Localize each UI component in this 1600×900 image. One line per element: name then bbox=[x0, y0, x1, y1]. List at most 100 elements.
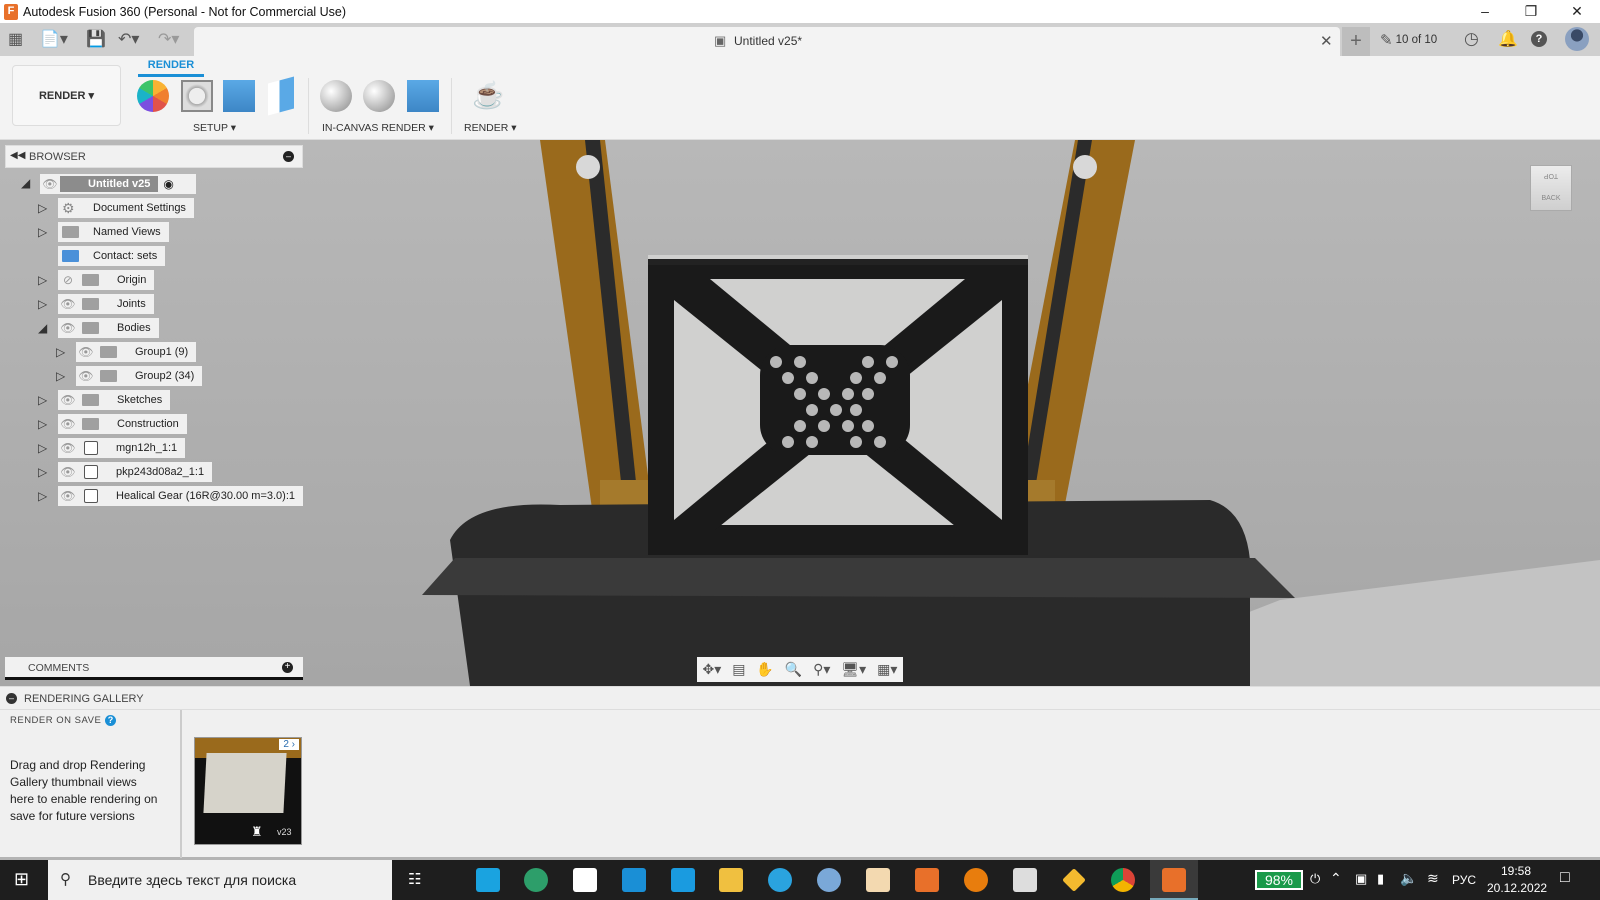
taskbar-app-window-icon[interactable] bbox=[1013, 868, 1037, 892]
volume-icon[interactable]: 🔈 bbox=[1400, 870, 1417, 887]
browser-tree-item[interactable]: 👁 Group1 (9) bbox=[76, 342, 197, 362]
grid-settings-icon[interactable]: ▦▾ bbox=[877, 661, 897, 678]
taskbar-fusion-active[interactable] bbox=[1150, 860, 1198, 900]
windows-start-icon[interactable]: ⊞ bbox=[14, 869, 29, 890]
taskbar-app-ccleaner-icon[interactable] bbox=[476, 868, 500, 892]
collapse-gallery-icon[interactable]: – bbox=[6, 693, 17, 704]
visibility-eye-icon[interactable]: 👁 bbox=[58, 441, 78, 455]
visibility-eye-icon[interactable]: 👁 bbox=[76, 369, 96, 383]
job-status-icon[interactable]: ◷ bbox=[1464, 29, 1479, 49]
data-panel-grid-icon[interactable]: ▦ bbox=[8, 29, 23, 49]
taskbar-search-box[interactable]: ⚲ Введите здесь текст для поиска bbox=[48, 860, 392, 900]
expand-triangle[interactable]: ▷ bbox=[56, 345, 65, 359]
visibility-eye-icon[interactable]: 👁 bbox=[58, 321, 78, 335]
taskbar-store-icon[interactable] bbox=[573, 868, 597, 892]
task-view-icon[interactable]: ☷ bbox=[408, 870, 421, 888]
visibility-eye-icon[interactable]: 👁 bbox=[58, 489, 78, 503]
root-collapse-triangle[interactable]: ◢ bbox=[21, 176, 30, 190]
minimize-browser-icon[interactable]: – bbox=[283, 151, 294, 162]
visibility-eye-icon[interactable]: 👁 bbox=[76, 345, 96, 359]
document-tab[interactable]: ▣ Untitled v25* ✕ bbox=[194, 27, 1340, 56]
browser-tree-item[interactable]: 👁 pkp243d08a2_1:1 bbox=[58, 462, 213, 482]
taskbar-paint-icon[interactable] bbox=[817, 868, 841, 892]
visibility-eye-icon[interactable]: 👁 bbox=[58, 297, 78, 311]
activate-radio-icon[interactable]: ◉ bbox=[163, 177, 173, 191]
taskbar-app-n-icon[interactable] bbox=[866, 868, 890, 892]
close-window-button[interactable]: ✕ bbox=[1554, 0, 1600, 23]
expand-comments-icon[interactable]: + bbox=[282, 662, 293, 673]
expand-triangle[interactable]: ▷ bbox=[38, 225, 47, 239]
taskbar-file-explorer-icon[interactable] bbox=[719, 868, 743, 892]
minimize-button[interactable]: – bbox=[1462, 0, 1508, 23]
gallery-thumbnail[interactable]: 2 › ♜ v23 bbox=[194, 737, 302, 845]
browser-tree-item[interactable]: 👁 Joints bbox=[58, 294, 154, 314]
notifications-bell-icon[interactable]: 🔔 bbox=[1498, 29, 1518, 49]
battery-tray-icon[interactable]: ▮ bbox=[1377, 871, 1384, 887]
taskbar-mail-icon[interactable] bbox=[622, 868, 646, 892]
file-menu-icon[interactable]: 📄▾ bbox=[40, 29, 68, 49]
in-canvas-render-icon[interactable] bbox=[320, 80, 352, 112]
visibility-eye-icon[interactable]: 👁 bbox=[58, 417, 78, 431]
look-at-icon[interactable]: ▤ bbox=[732, 661, 745, 678]
save-icon[interactable]: 💾 bbox=[86, 29, 106, 49]
viewcube[interactable]: TOP BACK bbox=[1530, 165, 1572, 211]
expand-triangle[interactable]: ▷ bbox=[38, 393, 47, 407]
in-canvas-render-group-menu[interactable]: IN-CANVAS RENDER ▾ bbox=[322, 122, 434, 134]
orbit-icon[interactable]: ✥▾ bbox=[702, 661, 721, 678]
decal-icon[interactable] bbox=[268, 76, 294, 116]
camera-icon[interactable]: ▣ bbox=[1355, 871, 1367, 887]
expand-triangle[interactable]: ▷ bbox=[38, 273, 47, 287]
expand-triangle[interactable]: ▷ bbox=[38, 417, 47, 431]
collapse-browser-icon[interactable]: ◀◀ bbox=[10, 150, 25, 161]
viewcube-top-face[interactable]: TOP bbox=[1531, 172, 1571, 179]
browser-tree-item[interactable]: 👁 Group2 (34) bbox=[76, 366, 203, 386]
visibility-eye-icon[interactable]: 👁 bbox=[58, 393, 78, 407]
browser-tree-item[interactable]: 👁 Sketches bbox=[58, 390, 171, 410]
user-avatar[interactable] bbox=[1565, 27, 1589, 51]
taskbar-app-l-icon[interactable] bbox=[671, 868, 695, 892]
setup-group-menu[interactable]: SETUP ▾ bbox=[193, 122, 236, 134]
expand-triangle[interactable]: ▷ bbox=[38, 201, 47, 215]
expand-triangle[interactable]: ▷ bbox=[38, 441, 47, 455]
action-center-icon[interactable]: □ bbox=[1560, 869, 1570, 887]
taskbar-telegram-icon[interactable] bbox=[768, 868, 792, 892]
clock-time[interactable]: 19:58 bbox=[1501, 864, 1531, 878]
thumbnail-count-badge[interactable]: 2 › bbox=[279, 739, 299, 750]
taskbar-edge-icon[interactable] bbox=[524, 868, 548, 892]
expand-triangle[interactable]: ▷ bbox=[38, 297, 47, 311]
teapot-render-icon[interactable]: ☕ bbox=[472, 80, 504, 112]
viewport-canvas[interactable]: TOP BACK bbox=[0, 140, 1600, 686]
workspace-switcher[interactable]: RENDER ▾ bbox=[12, 65, 121, 126]
versions-button[interactable]: ✎ 10 of 10 bbox=[1380, 31, 1437, 49]
browser-tree-item[interactable]: ⊘ Origin bbox=[58, 270, 155, 290]
redo-icon[interactable]: ↷▾ bbox=[158, 29, 179, 49]
taskbar-binance-icon[interactable] bbox=[1062, 868, 1086, 892]
browser-tree-item[interactable]: 👁 Construction bbox=[58, 414, 187, 434]
texture-map-icon[interactable] bbox=[223, 80, 255, 112]
appearance-icon[interactable] bbox=[137, 80, 169, 112]
help-icon[interactable]: ? bbox=[1531, 31, 1547, 47]
visibility-eye-icon[interactable]: 👁 bbox=[58, 465, 78, 479]
battery-indicator[interactable]: 98% bbox=[1255, 870, 1303, 890]
expand-triangle[interactable]: ▷ bbox=[56, 369, 65, 383]
wifi-icon[interactable]: ≋ bbox=[1427, 870, 1439, 887]
hidden-eye-icon[interactable]: ⊘ bbox=[58, 273, 78, 287]
taskbar-blender-icon[interactable] bbox=[964, 868, 988, 892]
undo-icon[interactable]: ↶▾ bbox=[118, 29, 139, 49]
zoom-icon[interactable]: 🔍 bbox=[785, 661, 802, 678]
render-group-menu[interactable]: RENDER ▾ bbox=[464, 122, 517, 134]
scene-settings-icon[interactable] bbox=[181, 80, 213, 112]
show-hidden-icons-chevron[interactable]: ⌃ bbox=[1330, 870, 1342, 887]
expand-triangle[interactable]: ▷ bbox=[38, 465, 47, 479]
language-indicator[interactable]: РУС bbox=[1452, 873, 1476, 887]
in-canvas-render-settings-icon[interactable] bbox=[363, 80, 395, 112]
browser-panel-header[interactable]: ◀◀ BROWSER – bbox=[5, 145, 303, 168]
fit-window-icon[interactable]: ⚲▾ bbox=[813, 661, 830, 678]
tab-render[interactable]: RENDER bbox=[138, 59, 204, 77]
browser-tree-item[interactable]: 👁 Bodies bbox=[58, 318, 159, 338]
expand-triangle-open[interactable]: ◢ bbox=[38, 321, 47, 335]
clock-date[interactable]: 20.12.2022 bbox=[1487, 881, 1547, 895]
taskbar-chrome-icon[interactable] bbox=[1111, 868, 1135, 892]
close-tab-icon[interactable]: ✕ bbox=[1320, 32, 1333, 50]
display-settings-icon[interactable]: 🖥▾ bbox=[841, 661, 866, 678]
